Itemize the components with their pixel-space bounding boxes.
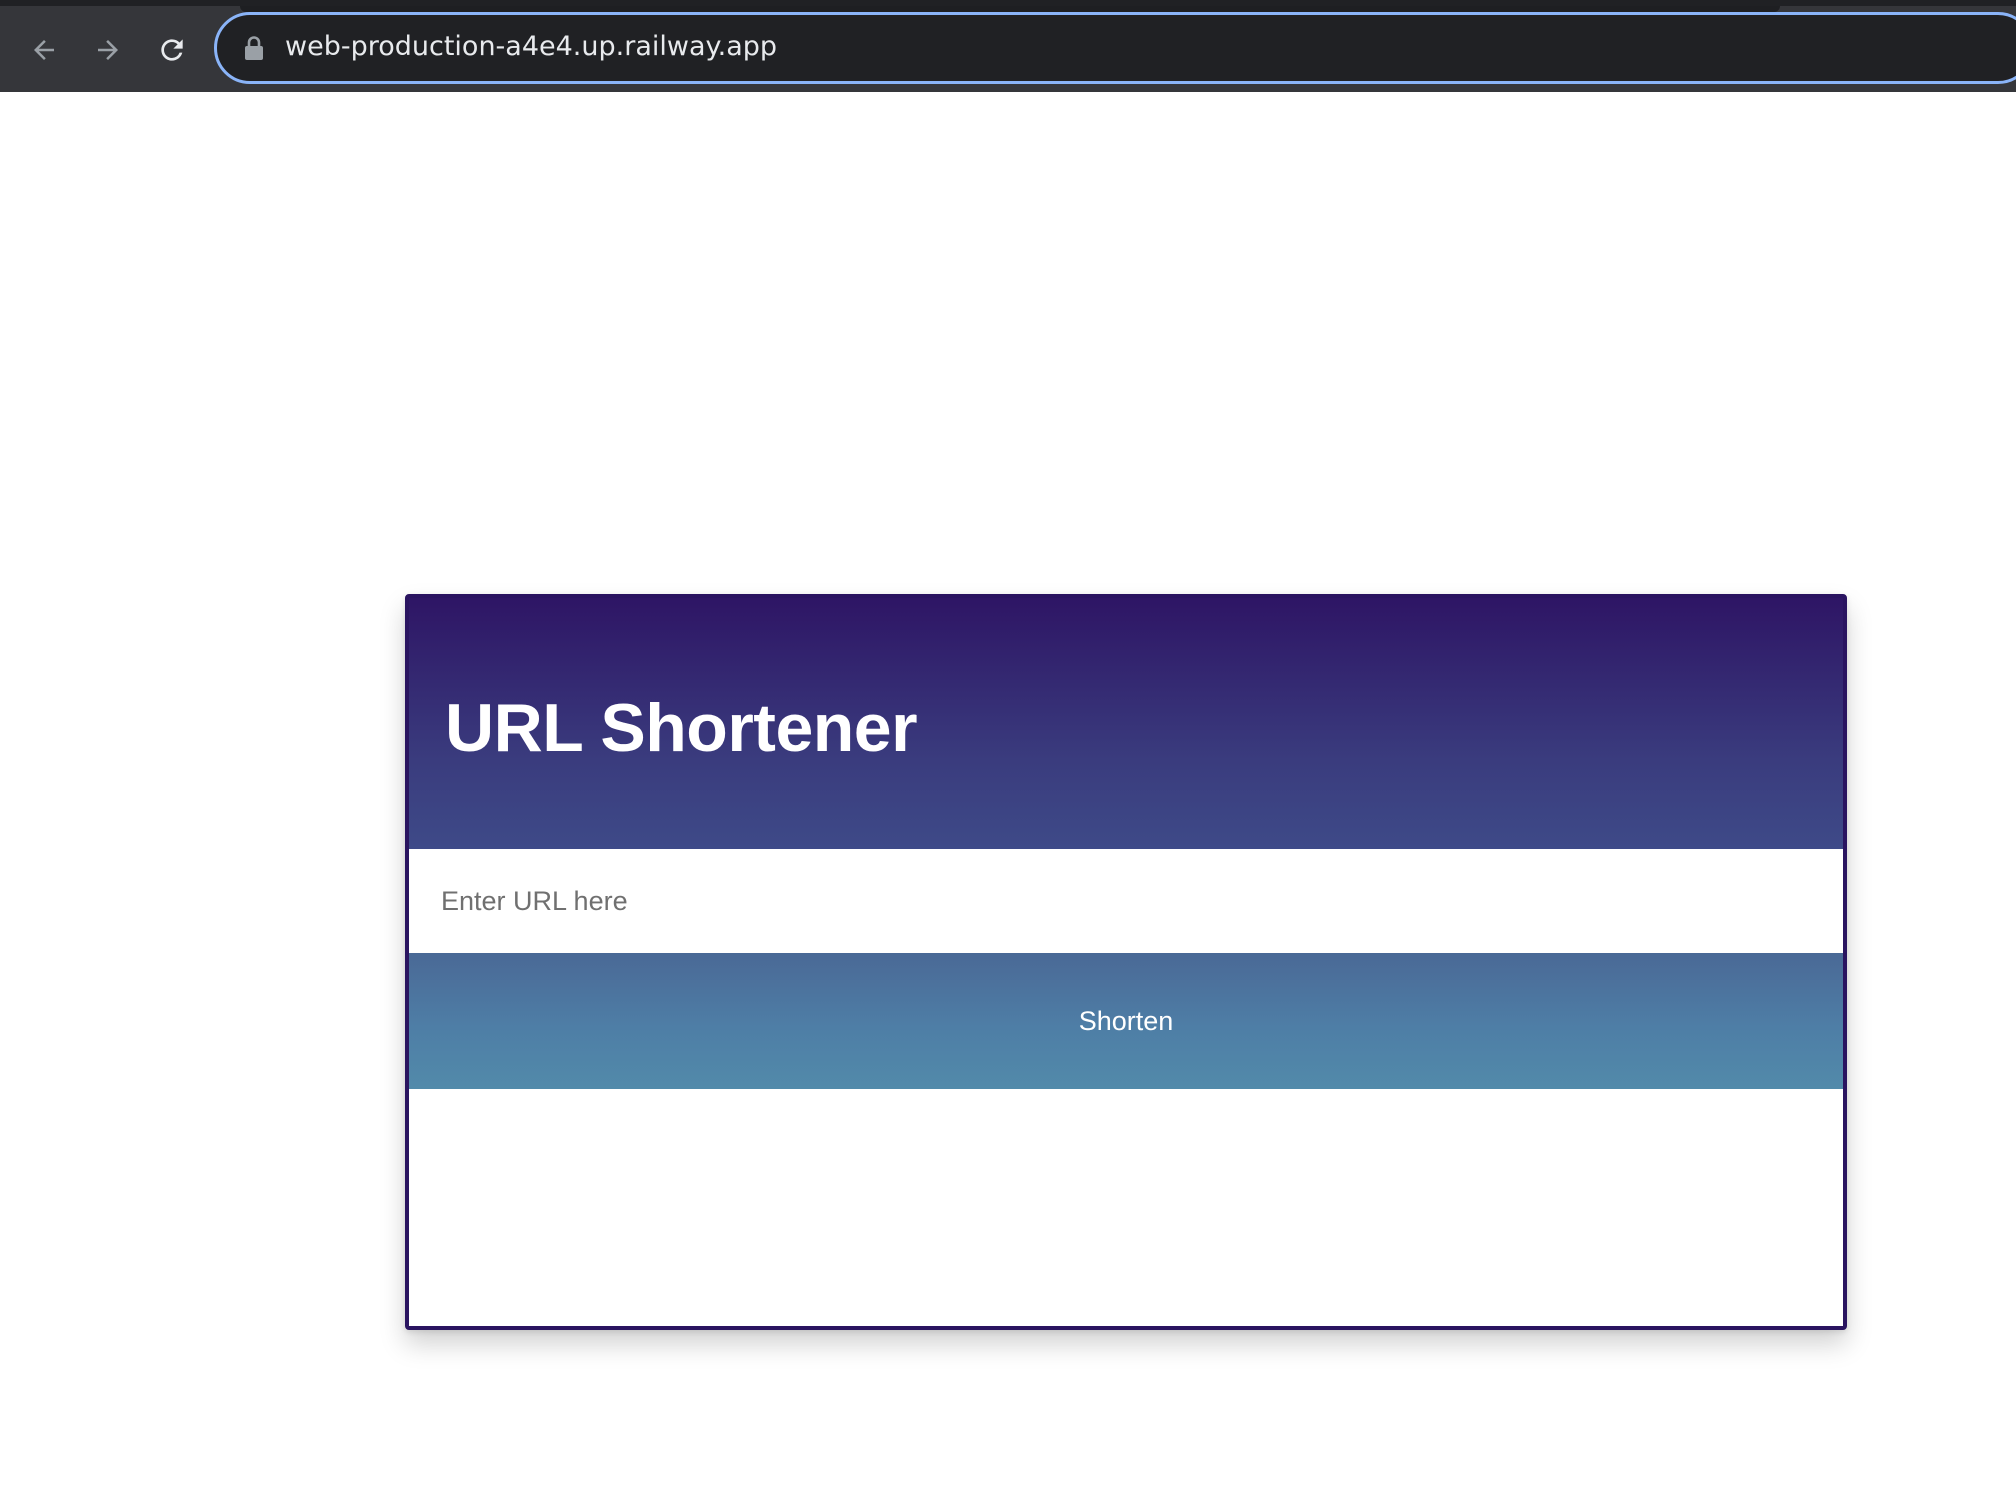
page-title: URL Shortener — [445, 690, 918, 766]
lock-icon[interactable] — [243, 35, 265, 61]
shorten-button[interactable]: Shorten — [409, 953, 1843, 1089]
omnibox-container: web-production-a4e4.up.railway.app — [0, 0, 2016, 92]
address-bar[interactable]: web-production-a4e4.up.railway.app — [214, 12, 2016, 84]
url-input[interactable] — [409, 849, 1843, 953]
address-bar-url[interactable]: web-production-a4e4.up.railway.app — [285, 29, 777, 65]
card-header: URL Shortener — [409, 598, 1843, 849]
url-shortener-card: URL Shortener Shorten — [405, 594, 1847, 1330]
result-area — [409, 1089, 1843, 1326]
